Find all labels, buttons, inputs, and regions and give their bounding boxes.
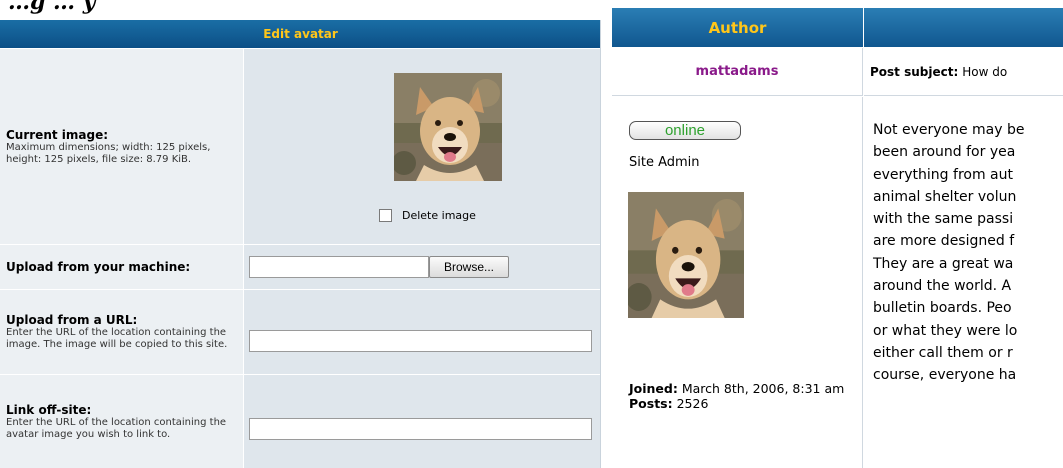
author-column-header: Author	[612, 8, 863, 47]
delete-image-control[interactable]: Delete image	[379, 209, 476, 222]
current-avatar-image	[394, 73, 502, 181]
message-column-header	[864, 8, 1063, 47]
online-status-badge: online	[629, 121, 741, 140]
message-line: been around for yea	[873, 144, 1016, 161]
upload-machine-row: Upload from your machine: Browse...	[0, 244, 600, 289]
delete-image-label: Delete image	[402, 209, 476, 222]
message-line: everything from aut	[873, 166, 1013, 183]
author-rank: Site Admin	[629, 155, 700, 170]
message-line: or what they were lo	[873, 322, 1018, 339]
author-profile-cell: online Site Admin Joined: March 8th, 200…	[612, 97, 863, 468]
link-offsite-description: Enter the URL of the location containing…	[6, 416, 227, 440]
forum-post-panel: Author mattadams Post subject: How do on…	[610, 0, 1063, 468]
browse-button[interactable]: Browse...	[429, 256, 509, 278]
upload-machine-label-cell: Upload from your machine:	[0, 245, 243, 289]
message-line: with the same passi	[873, 211, 1014, 228]
delete-image-checkbox[interactable]	[379, 209, 392, 222]
current-image-description: Maximum dimensions; width: 125 pixels, h…	[6, 141, 211, 165]
message-line: course, everyone ha	[873, 367, 1017, 384]
upload-url-row: Upload from a URL: Enter the URL of the …	[0, 289, 600, 374]
dog-avatar-illustration	[628, 192, 744, 318]
message-line: Not everyone may be	[873, 122, 1025, 138]
post-subject-label: Post subject:	[870, 64, 959, 79]
message-line: animal shelter volun	[873, 188, 1017, 205]
link-offsite-row: Link off-site: Enter the URL of the loca…	[0, 374, 600, 468]
message-line: around the world. A	[873, 278, 1012, 295]
link-offsite-title: Link off-site:	[6, 402, 92, 417]
upload-url-label-cell: Upload from a URL: Enter the URL of the …	[0, 290, 243, 374]
message-line: They are a great wa	[873, 255, 1014, 272]
author-name-link[interactable]: mattadams	[696, 64, 779, 79]
edit-avatar-header: Edit avatar	[0, 20, 600, 48]
post-subject-cell: Post subject: How do	[864, 48, 1063, 96]
upload-file-path-input[interactable]	[249, 256, 429, 278]
link-offsite-label-cell: Link off-site: Enter the URL of the loca…	[0, 375, 243, 468]
message-line: are more designed f	[873, 233, 1015, 250]
post-message-cell: Not everyone may be been around for yea …	[864, 97, 1063, 468]
posts-line: Posts: 2526	[629, 396, 859, 411]
current-image-row: Current image: Maximum dimensions; width…	[0, 48, 600, 244]
page-heading-cropped: …g … y	[8, 0, 96, 15]
author-name-cell: mattadams	[612, 48, 863, 96]
message-line: bulletin boards. Peo	[873, 300, 1012, 317]
posts-label: Posts:	[629, 396, 673, 411]
joined-line: Joined: March 8th, 2006, 8:31 am	[629, 381, 859, 396]
edit-avatar-panel: Edit avatar Current image: Maximum dimen…	[0, 20, 601, 468]
message-line: either call them or r	[873, 344, 1013, 361]
posts-value: 2526	[676, 396, 709, 411]
upload-machine-title: Upload from your machine:	[6, 260, 191, 274]
joined-label: Joined:	[629, 381, 678, 396]
link-offsite-input[interactable]	[249, 418, 592, 440]
author-avatar	[628, 192, 744, 318]
upload-url-description: Enter the URL of the location containing…	[6, 327, 228, 350]
upload-url-title: Upload from a URL:	[6, 313, 138, 327]
post-subject-value: How do	[962, 64, 1008, 79]
author-profile-info: Joined: March 8th, 2006, 8:31 am Posts: …	[629, 381, 859, 411]
current-image-title: Current image:	[6, 127, 109, 142]
dog-avatar-illustration	[394, 73, 502, 181]
joined-value: March 8th, 2006, 8:31 am	[681, 381, 845, 396]
upload-url-input[interactable]	[249, 330, 592, 352]
current-image-label-cell: Current image: Maximum dimensions; width…	[0, 49, 243, 244]
